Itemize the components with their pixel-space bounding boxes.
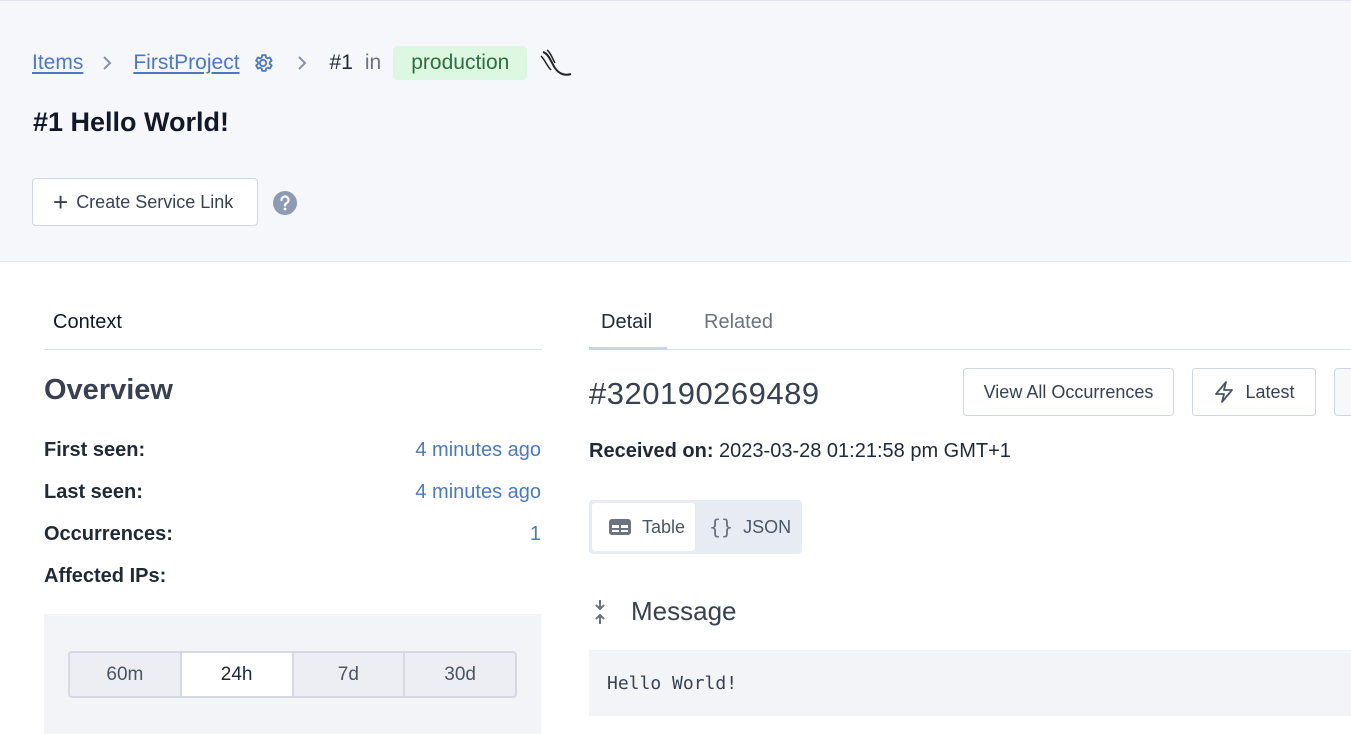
divider [589, 349, 1351, 350]
create-service-link-label: Create Service Link [76, 191, 234, 212]
message-title: Message [631, 596, 737, 626]
time-range-selector: 60m 24h 7d 30d [68, 651, 517, 698]
range-button-24h[interactable]: 24h [181, 653, 294, 696]
breadcrumb-item-id: #1 [329, 51, 353, 74]
more-options-button[interactable] [1334, 368, 1351, 416]
view-all-occurrences-button[interactable]: View All Occurrences [963, 368, 1174, 416]
collapse-icon[interactable] [589, 598, 611, 626]
first-seen-value[interactable]: 4 minutes ago [415, 439, 541, 462]
page-title: #1 Hello World! [33, 107, 230, 137]
tab-detail[interactable]: Detail [601, 311, 652, 334]
first-seen-label: First seen: [44, 439, 146, 461]
divider [44, 349, 542, 350]
item-header: Items FirstProject #1 in production #1 H… [0, 0, 1351, 262]
range-button-7d[interactable]: 7d [294, 653, 406, 696]
latest-button[interactable]: Latest [1192, 368, 1316, 416]
table-icon [609, 519, 631, 535]
breadcrumb-project-link[interactable]: FirstProject [133, 51, 239, 75]
last-seen-value[interactable]: 4 minutes ago [415, 481, 541, 504]
help-icon[interactable] [272, 190, 298, 221]
braces-icon: {} [709, 515, 734, 539]
received-on-value: 2023-03-28 01:21:58 pm GMT+1 [719, 440, 1011, 462]
occurrence-chart-panel: 60m 24h 7d 30d [44, 614, 541, 734]
range-button-30d[interactable]: 30d [405, 653, 515, 696]
breadcrumb: Items FirstProject #1 in production [32, 45, 573, 81]
view-table-label: Table [642, 516, 686, 537]
received-on-label: Received on: [589, 440, 714, 462]
occurrences-value[interactable]: 1 [530, 523, 541, 546]
affected-ips-label: Affected IPs: [44, 565, 167, 587]
overview-row-occurrences: Occurrences: 1 [44, 523, 541, 546]
occurrences-label: Occurrences: [44, 523, 173, 545]
latest-label: Latest [1245, 381, 1295, 402]
environment-badge: production [393, 46, 528, 80]
overview-row-first-seen: First seen: 4 minutes ago [44, 439, 541, 462]
occurrence-id: #320190269489 [589, 376, 820, 411]
breadcrumb-in-label: in [364, 51, 382, 74]
range-button-60m[interactable]: 60m [70, 653, 182, 696]
breadcrumb-items-link[interactable]: Items [32, 51, 83, 75]
received-on: Received on: 2023-03-28 01:21:58 pm GMT+… [589, 440, 1011, 463]
view-all-occurrences-label: View All Occurrences [983, 381, 1154, 402]
plus-icon: + [53, 187, 69, 217]
chevron-right-icon [296, 55, 308, 71]
active-tab-indicator [589, 347, 667, 350]
message-body: Hello World! [589, 650, 1351, 716]
view-table-button[interactable]: Table [592, 503, 695, 551]
view-mode-toggle: Table {} JSON [589, 500, 802, 554]
view-json-button[interactable]: {} JSON [695, 503, 791, 551]
lightning-icon [1215, 381, 1234, 403]
create-service-link-button[interactable]: + Create Service Link [32, 178, 258, 226]
tab-related[interactable]: Related [704, 311, 773, 334]
overview-row-affected-ips: Affected IPs: [44, 565, 541, 588]
language-logo-icon [539, 48, 573, 78]
tab-context[interactable]: Context [53, 311, 122, 334]
gear-icon[interactable] [252, 52, 274, 74]
last-seen-label: Last seen: [44, 481, 143, 503]
message-section-header: Message [589, 596, 737, 627]
overview-row-last-seen: Last seen: 4 minutes ago [44, 481, 541, 504]
view-json-label: JSON [743, 516, 792, 537]
overview-title: Overview [44, 374, 173, 406]
chevron-right-icon [101, 55, 113, 71]
